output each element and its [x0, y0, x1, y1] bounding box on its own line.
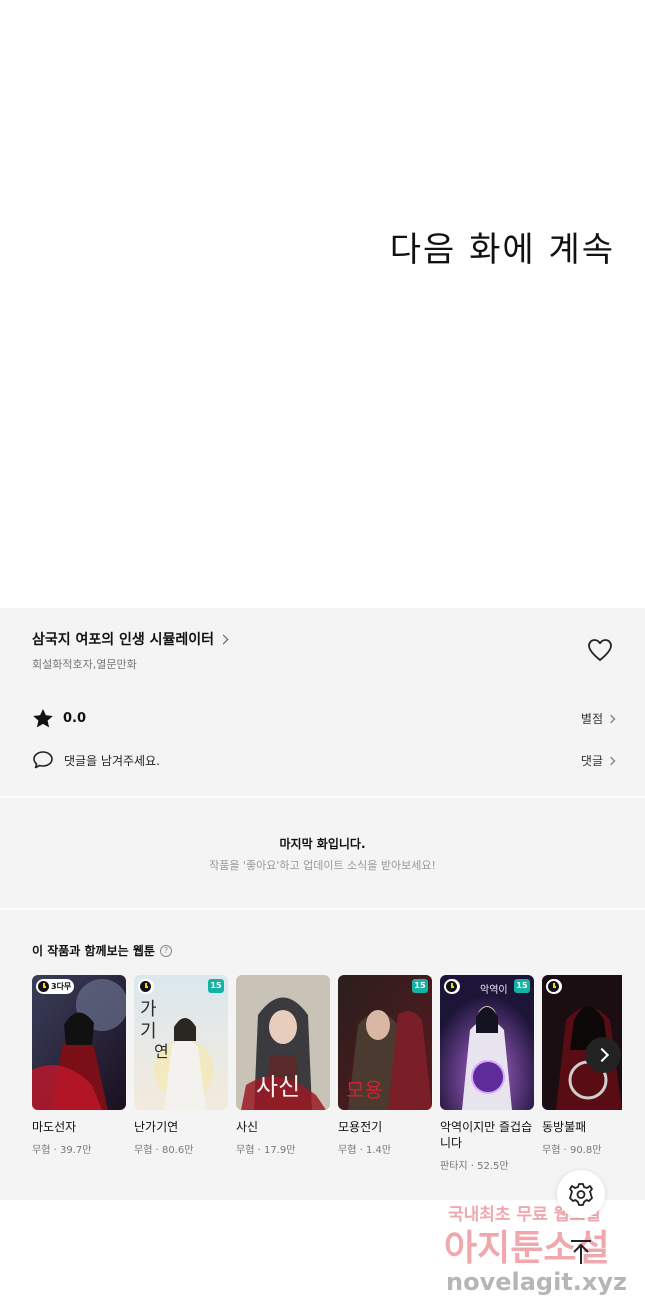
cover-thumbnail[interactable]: 3다무: [32, 975, 126, 1110]
comments-link[interactable]: 댓글: [581, 752, 616, 769]
help-icon[interactable]: ?: [159, 944, 172, 957]
cover-thumbnail[interactable]: 악역이 15: [440, 975, 534, 1110]
card-title[interactable]: 마도선자: [32, 1119, 126, 1135]
clock-icon: [548, 981, 559, 992]
series-title[interactable]: 삼국지 여포의 인생 시뮬레이터: [32, 629, 214, 649]
clock-icon: [140, 981, 151, 992]
cover-art: 악역이: [440, 975, 534, 1110]
svg-text:모용: 모용: [346, 1078, 383, 1102]
like-button[interactable]: [586, 637, 614, 663]
age-rating-badge: 15: [412, 979, 428, 993]
svg-text:사신: 사신: [256, 1073, 300, 1101]
card-title[interactable]: 사신: [236, 1119, 330, 1135]
scroll-top-button[interactable]: [557, 1228, 605, 1276]
card-title[interactable]: 동방불패: [542, 1119, 622, 1135]
last-episode-subtitle: 작품을 '좋아요'하고 업데이트 소식을 받아보세요!: [209, 859, 436, 872]
rate-link[interactable]: 별점: [581, 710, 616, 727]
clock-icon: [446, 981, 457, 992]
recommendation-card[interactable]: 3다무 마도선자 무협 · 39.7만: [32, 975, 126, 1156]
svg-text:기: 기: [140, 1021, 157, 1042]
wait-free-badge: [138, 979, 154, 994]
cover-art: 사신: [236, 975, 330, 1110]
card-meta: 무협 · 1.4만: [338, 1145, 392, 1156]
card-title[interactable]: 모용전기: [338, 1119, 432, 1135]
svg-text:연: 연: [154, 1042, 169, 1061]
comment-prompt[interactable]: 댓글을 남겨주세요.: [64, 752, 160, 769]
rate-link-label[interactable]: 별점: [581, 710, 603, 727]
rating-value: 0.0: [63, 710, 87, 726]
card-title[interactable]: 악역이지만 즐겁습니다: [440, 1119, 534, 1151]
recommendations-title: 이 작품과 함께보는 웹툰 ?: [32, 942, 172, 959]
comments-link-label[interactable]: 댓글: [581, 752, 603, 769]
arrow-up-icon: [571, 1240, 591, 1264]
comment-row[interactable]: 댓글을 남겨주세요. 댓글: [32, 749, 616, 771]
site-watermark: 국내최초 무료 웹소설 아지툰소설 novelagit.xyz: [444, 1205, 627, 1296]
svg-text:가: 가: [140, 999, 157, 1020]
recommendation-card[interactable]: 악역이 15 악역이지만 즐겁습니다 판타지 · 52.5만: [440, 975, 534, 1172]
star-icon: [33, 708, 53, 727]
cover-thumbnail[interactable]: 가 기 연 15: [134, 975, 228, 1110]
recommendations-section: 이 작품과 함께보는 웹툰 ? 3다무 마도선자 무협 · 39.7만 가 기 …: [0, 910, 645, 1200]
recommendation-carousel: 3다무 마도선자 무협 · 39.7만 가 기 연 15 난가기연 무협 · 8…: [32, 975, 622, 1195]
card-meta: 무협 · 17.9만: [236, 1145, 296, 1156]
cover-art: [32, 975, 126, 1110]
last-episode-notice: 마지막 화입니다. 작품을 '좋아요'하고 업데이트 소식을 받아보세요!: [0, 798, 645, 908]
heart-icon: [588, 639, 612, 661]
last-episode-title: 마지막 화입니다.: [279, 837, 366, 851]
card-meta: 무협 · 39.7만: [32, 1145, 92, 1156]
wait-free-badge: 3다무: [36, 979, 75, 994]
age-rating-badge: 15: [208, 979, 224, 993]
card-meta: 무협 · 80.6만: [134, 1145, 194, 1156]
to-be-continued-text: 다음 화에 계속: [389, 230, 615, 270]
speech-bubble-icon: [33, 751, 53, 769]
recommendation-card[interactable]: 모용 15 모용전기 무협 · 1.4만: [338, 975, 432, 1156]
svg-text:악역이: 악역이: [480, 984, 508, 996]
series-info-panel: 삼국지 여포의 인생 시뮬레이터 회설화적호자,열문만화 0.0 별점 댓글을 …: [0, 608, 645, 796]
chevron-right-icon: [606, 714, 616, 724]
cover-thumbnail[interactable]: 모용 15: [338, 975, 432, 1110]
rating-row: 0.0 별점: [32, 707, 616, 729]
cover-thumbnail[interactable]: 사신: [236, 975, 330, 1110]
wait-free-badge: [444, 979, 460, 994]
card-meta: 판타지 · 52.5만: [440, 1161, 509, 1172]
card-meta: 무협 · 90.8만: [542, 1145, 602, 1156]
card-title[interactable]: 난가기연: [134, 1119, 228, 1135]
cover-art: 가 기 연: [134, 975, 228, 1110]
episode-end-image: 다음 화에 계속: [0, 0, 645, 608]
series-title-link[interactable]: 삼국지 여포의 인생 시뮬레이터: [32, 629, 229, 649]
age-rating-badge: 15: [514, 979, 530, 993]
recommendation-card[interactable]: 사신 사신 무협 · 17.9만: [236, 975, 330, 1156]
wait-free-badge: [546, 979, 562, 994]
recommendations-heading: 이 작품과 함께보는 웹툰: [32, 944, 155, 958]
chevron-right-icon: [218, 634, 229, 645]
cover-art: 모용: [338, 975, 432, 1110]
clock-icon: [38, 981, 49, 992]
series-authors: 회설화적호자,열문만화: [32, 658, 137, 671]
carousel-next-button[interactable]: [585, 1037, 621, 1073]
chevron-right-icon: [606, 756, 616, 766]
recommendation-card[interactable]: 가 기 연 15 난가기연 무협 · 80.6만: [134, 975, 228, 1156]
settings-button[interactable]: [557, 1170, 605, 1218]
gear-icon: [569, 1183, 593, 1206]
